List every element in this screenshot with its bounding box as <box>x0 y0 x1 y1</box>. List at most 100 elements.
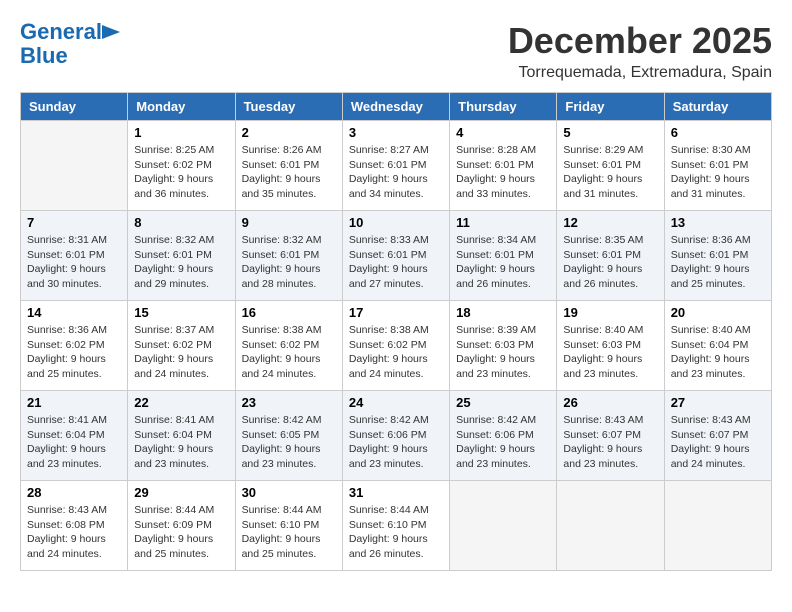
day-number: 31 <box>349 485 443 500</box>
calendar-cell: 17 Sunrise: 8:38 AM Sunset: 6:02 PM Dayli… <box>342 301 449 391</box>
calendar-cell: 10Sunrise: 8:33 AM Sunset: 6:01 PM Dayli… <box>342 211 449 301</box>
day-info: Sunrise: 8:31 AM Sunset: 6:01 PM Dayligh… <box>27 233 121 292</box>
day-number: 11 <box>456 215 550 230</box>
day-info: Sunrise: 8:36 AM Sunset: 6:02 PM Dayligh… <box>27 323 121 382</box>
day-info: Sunrise: 8:30 AM Sunset: 6:01 PM Dayligh… <box>671 143 765 202</box>
logo-text: General <box>20 20 102 44</box>
day-info: Sunrise: 8:43 AM Sunset: 6:08 PM Dayligh… <box>27 503 121 562</box>
day-info: Sunrise: 8:41 AM Sunset: 6:04 PM Dayligh… <box>27 413 121 472</box>
day-number: 9 <box>242 215 336 230</box>
day-number: 1 <box>134 125 228 140</box>
calendar-cell: 21Sunrise: 8:41 AM Sunset: 6:04 PM Dayli… <box>21 391 128 481</box>
calendar-header-wednesday: Wednesday <box>342 93 449 121</box>
calendar-header-row: SundayMondayTuesdayWednesdayThursdayFrid… <box>21 93 772 121</box>
calendar-cell <box>664 481 771 571</box>
calendar-cell: 26Sunrise: 8:43 AM Sunset: 6:07 PM Dayli… <box>557 391 664 481</box>
day-info: Sunrise: 8:42 AM Sunset: 6:05 PM Dayligh… <box>242 413 336 472</box>
calendar-cell: 7 Sunrise: 8:31 AM Sunset: 6:01 PM Daylig… <box>21 211 128 301</box>
day-number: 7 <box>27 215 121 230</box>
day-info: Sunrise: 8:41 AM Sunset: 6:04 PM Dayligh… <box>134 413 228 472</box>
day-number: 14 <box>27 305 121 320</box>
day-info: Sunrise: 8:44 AM Sunset: 6:10 PM Dayligh… <box>349 503 443 562</box>
day-info: Sunrise: 8:28 AM Sunset: 6:01 PM Dayligh… <box>456 143 550 202</box>
calendar-cell: 19 Sunrise: 8:40 AM Sunset: 6:03 PM Dayli… <box>557 301 664 391</box>
calendar-week-row: 14 Sunrise: 8:36 AM Sunset: 6:02 PM Dayli… <box>21 301 772 391</box>
calendar-cell: 2 Sunrise: 8:26 AM Sunset: 6:01 PM Daylig… <box>235 121 342 211</box>
day-number: 15 <box>134 305 228 320</box>
day-number: 30 <box>242 485 336 500</box>
day-number: 12 <box>563 215 657 230</box>
calendar-cell <box>450 481 557 571</box>
day-number: 17 <box>349 305 443 320</box>
calendar-cell: 13Sunrise: 8:36 AM Sunset: 6:01 PM Dayli… <box>664 211 771 301</box>
calendar-header-monday: Monday <box>128 93 235 121</box>
day-number: 28 <box>27 485 121 500</box>
calendar-cell: 28 Sunrise: 8:43 AM Sunset: 6:08 PM Dayli… <box>21 481 128 571</box>
day-number: 16 <box>242 305 336 320</box>
day-number: 2 <box>242 125 336 140</box>
day-number: 8 <box>134 215 228 230</box>
calendar-cell: 15 Sunrise: 8:37 AM Sunset: 6:02 PM Dayli… <box>128 301 235 391</box>
calendar-cell: 5Sunrise: 8:29 AM Sunset: 6:01 PM Daylig… <box>557 121 664 211</box>
day-info: Sunrise: 8:44 AM Sunset: 6:10 PM Dayligh… <box>242 503 336 562</box>
day-info: Sunrise: 8:34 AM Sunset: 6:01 PM Dayligh… <box>456 233 550 292</box>
calendar-cell: 1 Sunrise: 8:25 AM Sunset: 6:02 PM Daylig… <box>128 121 235 211</box>
day-info: Sunrise: 8:40 AM Sunset: 6:03 PM Dayligh… <box>563 323 657 382</box>
calendar-cell: 22Sunrise: 8:41 AM Sunset: 6:04 PM Dayli… <box>128 391 235 481</box>
month-title: December 2025 <box>508 20 772 62</box>
calendar-cell: 25 Sunrise: 8:42 AM Sunset: 6:06 PM Dayli… <box>450 391 557 481</box>
day-number: 20 <box>671 305 765 320</box>
day-number: 19 <box>563 305 657 320</box>
calendar-cell: 27Sunrise: 8:43 AM Sunset: 6:07 PM Dayli… <box>664 391 771 481</box>
day-info: Sunrise: 8:42 AM Sunset: 6:06 PM Dayligh… <box>456 413 550 472</box>
calendar-cell: 12 Sunrise: 8:35 AM Sunset: 6:01 PM Dayli… <box>557 211 664 301</box>
day-info: Sunrise: 8:43 AM Sunset: 6:07 PM Dayligh… <box>563 413 657 472</box>
day-info: Sunrise: 8:37 AM Sunset: 6:02 PM Dayligh… <box>134 323 228 382</box>
day-info: Sunrise: 8:38 AM Sunset: 6:02 PM Dayligh… <box>242 323 336 382</box>
day-info: Sunrise: 8:29 AM Sunset: 6:01 PM Dayligh… <box>563 143 657 202</box>
calendar-cell: 11 Sunrise: 8:34 AM Sunset: 6:01 PM Dayli… <box>450 211 557 301</box>
day-info: Sunrise: 8:39 AM Sunset: 6:03 PM Dayligh… <box>456 323 550 382</box>
day-number: 27 <box>671 395 765 410</box>
day-number: 3 <box>349 125 443 140</box>
day-info: Sunrise: 8:35 AM Sunset: 6:01 PM Dayligh… <box>563 233 657 292</box>
calendar-cell: 4Sunrise: 8:28 AM Sunset: 6:01 PM Daylig… <box>450 121 557 211</box>
day-info: Sunrise: 8:42 AM Sunset: 6:06 PM Dayligh… <box>349 413 443 472</box>
calendar-week-row: 7 Sunrise: 8:31 AM Sunset: 6:01 PM Daylig… <box>21 211 772 301</box>
day-number: 25 <box>456 395 550 410</box>
calendar-header-tuesday: Tuesday <box>235 93 342 121</box>
day-number: 10 <box>349 215 443 230</box>
calendar-cell: 30 Sunrise: 8:44 AM Sunset: 6:10 PM Dayli… <box>235 481 342 571</box>
calendar-cell: 20 Sunrise: 8:40 AM Sunset: 6:04 PM Dayli… <box>664 301 771 391</box>
calendar-week-row: 21Sunrise: 8:41 AM Sunset: 6:04 PM Dayli… <box>21 391 772 481</box>
calendar-cell: 31 Sunrise: 8:44 AM Sunset: 6:10 PM Dayli… <box>342 481 449 571</box>
calendar-cell: 9Sunrise: 8:32 AM Sunset: 6:01 PM Daylig… <box>235 211 342 301</box>
day-info: Sunrise: 8:26 AM Sunset: 6:01 PM Dayligh… <box>242 143 336 202</box>
calendar-header-friday: Friday <box>557 93 664 121</box>
day-number: 18 <box>456 305 550 320</box>
location-subtitle: Torrequemada, Extremadura, Spain <box>508 64 772 82</box>
day-number: 29 <box>134 485 228 500</box>
calendar-table: SundayMondayTuesdayWednesdayThursdayFrid… <box>20 92 772 571</box>
logo: General Blue <box>20 20 120 68</box>
day-info: Sunrise: 8:27 AM Sunset: 6:01 PM Dayligh… <box>349 143 443 202</box>
calendar-week-row: 1 Sunrise: 8:25 AM Sunset: 6:02 PM Daylig… <box>21 121 772 211</box>
calendar-cell <box>557 481 664 571</box>
day-info: Sunrise: 8:38 AM Sunset: 6:02 PM Dayligh… <box>349 323 443 382</box>
logo-general: General <box>20 19 102 44</box>
calendar-cell: 14 Sunrise: 8:36 AM Sunset: 6:02 PM Dayli… <box>21 301 128 391</box>
page-header: General Blue December 2025 Torrequemada,… <box>20 20 772 82</box>
calendar-header-thursday: Thursday <box>450 93 557 121</box>
day-number: 23 <box>242 395 336 410</box>
calendar-cell: 6Sunrise: 8:30 AM Sunset: 6:01 PM Daylig… <box>664 121 771 211</box>
day-info: Sunrise: 8:25 AM Sunset: 6:02 PM Dayligh… <box>134 143 228 202</box>
logo-arrow-icon <box>102 25 120 39</box>
calendar-cell: 29Sunrise: 8:44 AM Sunset: 6:09 PM Dayli… <box>128 481 235 571</box>
day-info: Sunrise: 8:40 AM Sunset: 6:04 PM Dayligh… <box>671 323 765 382</box>
calendar-cell: 23 Sunrise: 8:42 AM Sunset: 6:05 PM Dayli… <box>235 391 342 481</box>
calendar-cell <box>21 121 128 211</box>
day-info: Sunrise: 8:36 AM Sunset: 6:01 PM Dayligh… <box>671 233 765 292</box>
logo-blue: Blue <box>20 43 68 68</box>
calendar-cell: 16 Sunrise: 8:38 AM Sunset: 6:02 PM Dayli… <box>235 301 342 391</box>
calendar-cell: 24Sunrise: 8:42 AM Sunset: 6:06 PM Dayli… <box>342 391 449 481</box>
